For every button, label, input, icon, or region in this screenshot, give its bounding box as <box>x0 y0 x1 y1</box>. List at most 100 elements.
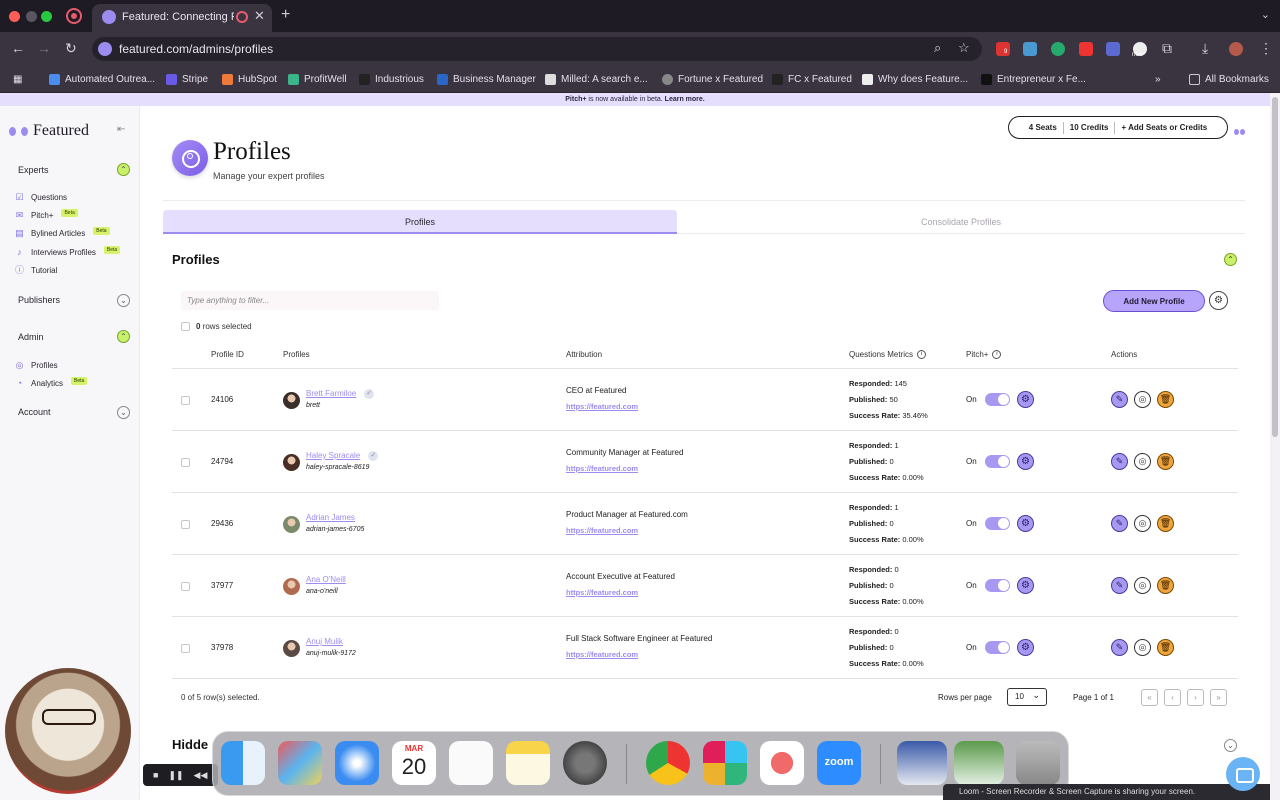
profile-name-link[interactable]: Adrian James <box>306 513 355 522</box>
hide-eye-icon[interactable]: ◎ <box>1134 639 1151 656</box>
seats-credits-pill[interactable]: 4 Seats 10 Credits + Add Seats or Credit… <box>1008 116 1228 139</box>
sidebar-item-analytics[interactable]: ◔ Analytics Beta <box>14 376 88 389</box>
edit-pencil-icon[interactable]: ✎ <box>1111 515 1128 532</box>
bookmark-7[interactable]: Fortune x Featured <box>662 72 763 86</box>
bookmark-star-icon[interactable]: ☆ <box>958 40 970 56</box>
reminders-icon[interactable] <box>449 741 493 785</box>
gear-icon[interactable]: ⚙ <box>1017 453 1034 470</box>
sidebar-item-bylined-articles[interactable]: ▤ Bylined Articles Beta <box>14 226 110 239</box>
hide-eye-icon[interactable]: ◎ <box>1134 453 1151 470</box>
pitch-toggle[interactable] <box>985 579 1010 592</box>
row-checkbox[interactable] <box>181 582 190 591</box>
gear-icon[interactable]: ⚙ <box>1017 639 1034 656</box>
reload-icon[interactable]: ↻ <box>65 40 77 57</box>
profile-name-link[interactable]: Ana O'Neill <box>306 575 346 584</box>
add-new-profile-button[interactable]: Add New Profile <box>1103 290 1205 312</box>
info-icon[interactable]: i <box>992 350 1002 360</box>
filter-input[interactable] <box>181 291 439 310</box>
chevron-down-icon[interactable]: ⌄ <box>117 294 130 307</box>
zoom-icon[interactable]: zoom <box>817 741 861 785</box>
forward-arrow-icon[interactable]: → <box>37 40 51 56</box>
back-arrow-icon[interactable]: ← <box>11 40 25 56</box>
sidebar-item-interviews-profiles[interactable]: ♪ Interviews Profiles Beta <box>14 245 121 258</box>
column-header-questions-metrics[interactable]: Questions Metrics i <box>849 350 927 360</box>
pitch-toggle[interactable] <box>985 393 1010 406</box>
extensions-puzzle-icon[interactable]: ⧉ <box>1162 40 1172 57</box>
chevron-up-icon[interactable]: ⌃ <box>1224 253 1237 266</box>
pinned-tab-icon[interactable] <box>66 8 82 24</box>
attribution-link[interactable]: https://featured.com <box>566 650 638 659</box>
learn-more-link[interactable]: Learn more. <box>665 96 705 103</box>
close-tab-icon[interactable]: ✕ <box>254 8 265 24</box>
hide-eye-icon[interactable]: ◎ <box>1134 577 1151 594</box>
webcam-bubble[interactable] <box>5 668 131 794</box>
url-bar[interactable]: featured.com/admins/profiles ⌕ ☆ <box>92 37 982 61</box>
previous-page-button[interactable]: ‹ <box>1164 689 1181 706</box>
delete-trash-icon[interactable]: 🗑 <box>1157 515 1174 532</box>
sliders-settings-icon[interactable]: ⚙ <box>1209 291 1228 310</box>
window-thumbnail-icon[interactable] <box>897 741 947 785</box>
finder-icon[interactable] <box>221 741 265 785</box>
bookmark-6[interactable]: Milled: A search e... <box>545 72 648 86</box>
extension-icon[interactable] <box>1023 42 1037 56</box>
first-page-button[interactable]: « <box>1141 689 1158 706</box>
bookmarks-more-button[interactable]: » <box>1155 72 1161 86</box>
chrome-icon[interactable] <box>646 741 690 785</box>
apps-grid-icon[interactable]: ▦ <box>13 72 22 86</box>
profile-name-link[interactable]: Anuj Mulik <box>306 637 343 646</box>
chevron-up-icon[interactable]: ⌃ <box>117 330 130 343</box>
page-scrollbar[interactable] <box>1270 93 1280 800</box>
profile-name-link[interactable]: Brett Farmiloe ✓ <box>306 389 375 399</box>
column-header-profile-id[interactable]: Profile ID <box>211 350 244 359</box>
add-seats-credits-button[interactable]: + Add Seats or Credits <box>1115 123 1213 132</box>
tab-consolidate-profiles[interactable]: Consolidate Profiles <box>677 210 1245 234</box>
next-page-button[interactable]: › <box>1187 689 1204 706</box>
pause-recording-icon[interactable]: ❚❚ <box>168 770 183 781</box>
bookmark-2[interactable]: HubSpot <box>222 72 277 86</box>
rewind-icon[interactable]: ◀◀ <box>194 770 208 781</box>
gear-icon[interactable]: ⚙ <box>1017 577 1034 594</box>
safari-icon[interactable] <box>335 741 379 785</box>
bookmark-8[interactable]: FC x Featured <box>772 72 852 86</box>
sidebar-item-profiles[interactable]: ◎ Profiles <box>14 360 58 371</box>
column-header-attribution[interactable]: Attribution <box>566 350 602 359</box>
chevron-down-icon[interactable]: ⌄ <box>117 406 130 419</box>
bookmark-10[interactable]: Entrepreneur x Fe... <box>981 72 1086 86</box>
site-info-icon[interactable] <box>98 42 112 56</box>
profile-name-link[interactable]: Haley Spracale ✓ <box>306 451 379 461</box>
pitch-toggle[interactable] <box>985 641 1010 654</box>
trash-icon[interactable] <box>1016 741 1060 785</box>
delete-trash-icon[interactable]: 🗑 <box>1157 391 1174 408</box>
select-all-checkbox[interactable] <box>181 322 190 331</box>
edit-pencil-icon[interactable]: ✎ <box>1111 391 1128 408</box>
section-experts[interactable]: Experts <box>18 165 49 175</box>
extension-red-icon[interactable] <box>1079 42 1093 56</box>
all-bookmarks[interactable]: All Bookmarks <box>1189 72 1269 86</box>
featured-logo[interactable]: Featured <box>9 122 89 140</box>
bookmark-1[interactable]: Stripe <box>166 72 208 86</box>
bookmark-0[interactable]: Automated Outrea... <box>49 72 155 86</box>
calendar-icon[interactable]: MAR 20 <box>392 741 436 785</box>
section-publishers[interactable]: Publishers <box>18 295 60 305</box>
column-header-profiles[interactable]: Profiles <box>283 350 310 359</box>
delete-trash-icon[interactable]: 🗑 <box>1157 577 1174 594</box>
row-checkbox[interactable] <box>181 458 190 467</box>
delete-trash-icon[interactable]: 🗑 <box>1157 453 1174 470</box>
tab-profiles[interactable]: Profiles <box>163 210 677 234</box>
gear-icon[interactable]: ⚙ <box>1017 515 1034 532</box>
section-account[interactable]: Account <box>18 407 51 417</box>
slack-icon[interactable] <box>703 741 747 785</box>
bookmark-4[interactable]: Industrious <box>359 72 424 86</box>
tab-search-chevron-icon[interactable]: ⌄ <box>1261 8 1270 21</box>
edit-pencil-icon[interactable]: ✎ <box>1111 577 1128 594</box>
extension-puzzle-blue-icon[interactable] <box>1106 42 1120 56</box>
attribution-link[interactable]: https://featured.com <box>566 402 638 411</box>
chevron-down-icon[interactable]: ⌄ <box>1224 739 1237 752</box>
attribution-link[interactable]: https://featured.com <box>566 526 638 535</box>
more-menu-icon[interactable]: ⋮ <box>1259 40 1273 57</box>
bookmark-9[interactable]: Why does Feature... <box>862 72 968 86</box>
row-checkbox[interactable] <box>181 396 190 405</box>
download-icon[interactable]: ⤓ <box>1202 40 1208 57</box>
bookmark-3[interactable]: ProfitWell <box>288 72 347 86</box>
attribution-link[interactable]: https://featured.com <box>566 464 638 473</box>
